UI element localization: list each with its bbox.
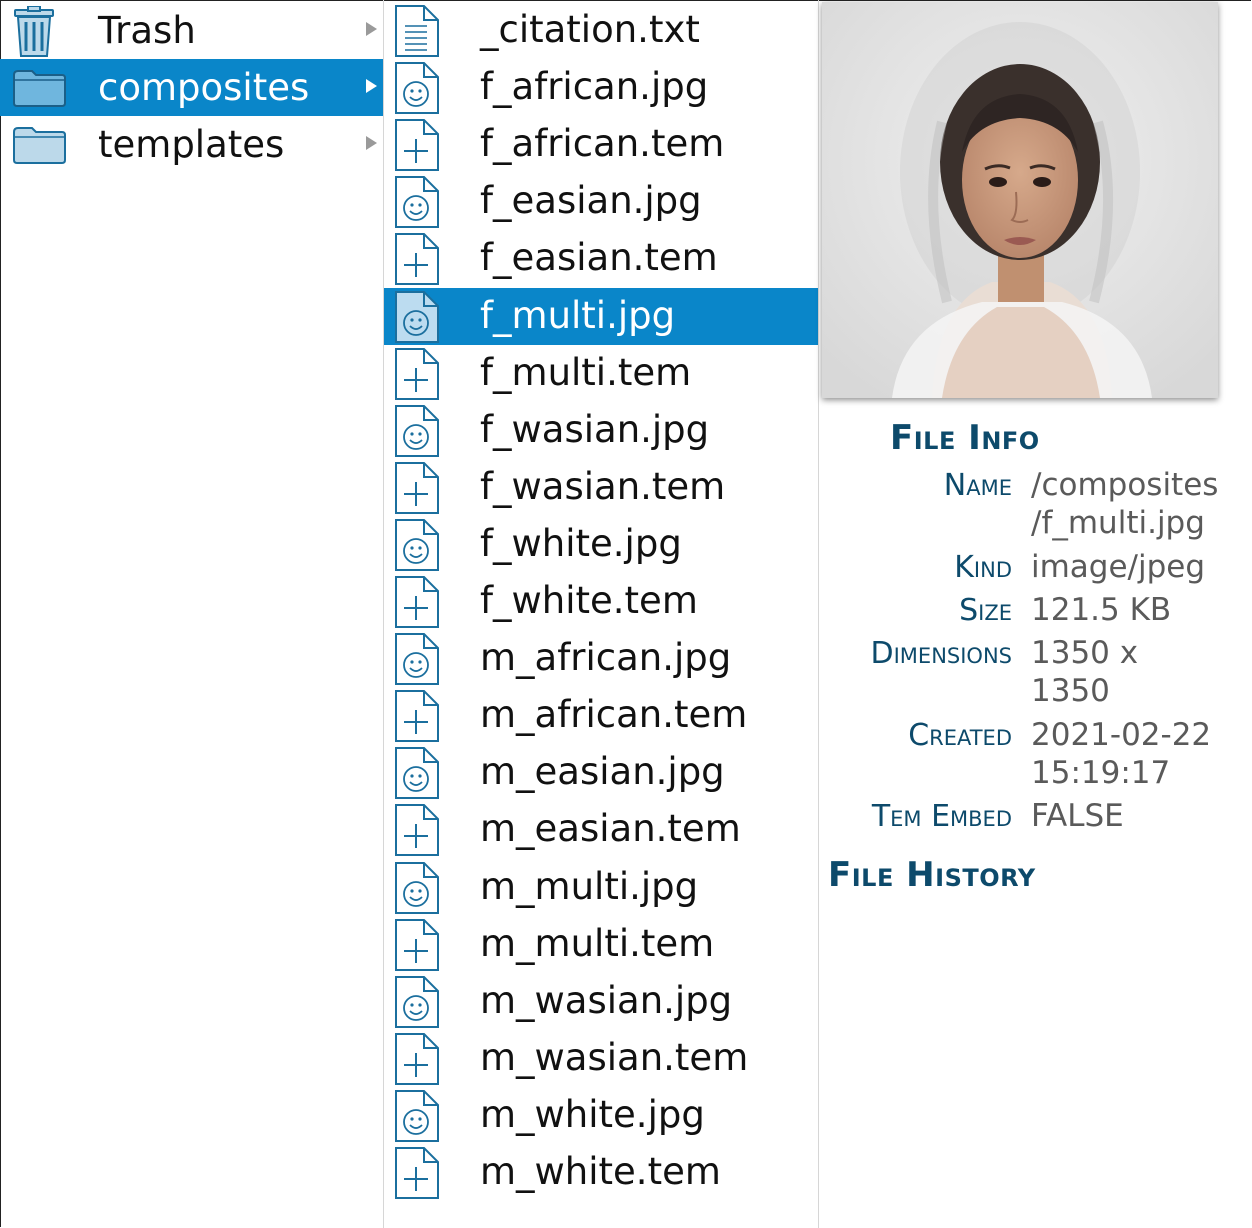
template-file-icon — [395, 1147, 439, 1199]
sidebar-item-templates[interactable]: templates — [0, 116, 383, 173]
chevron-right-icon — [366, 136, 377, 150]
file-name: f_wasian.tem — [480, 464, 726, 508]
sidebar-item-composites[interactable]: composites — [0, 59, 383, 116]
template-file-icon — [395, 918, 439, 971]
file-list-item[interactable]: m_white.tem — [384, 1144, 818, 1201]
dimensions-label: Dimensions — [870, 636, 1012, 671]
file-list-item[interactable]: m_african.jpg — [384, 630, 818, 687]
created-label: Created — [908, 718, 1012, 753]
file-list-item[interactable]: m_multi.tem — [384, 916, 818, 973]
file-list-item[interactable]: m_easian.tem — [384, 801, 818, 858]
file-name: f_wasian.jpg — [480, 407, 710, 451]
file-list-item[interactable]: f_wasian.tem — [384, 459, 818, 516]
file-list-item[interactable]: m_wasian.tem — [384, 1030, 818, 1087]
file-name: f_white.tem — [480, 579, 698, 622]
file-name: f_multi.jpg — [480, 293, 676, 337]
chevron-right-icon — [366, 79, 377, 93]
created-value: 2021-02-22 15:19:17 — [1031, 716, 1246, 792]
file-list-item[interactable]: f_wasian.jpg — [384, 402, 818, 459]
template-file-icon — [395, 576, 439, 628]
template-file-icon — [395, 233, 439, 286]
image-file-icon — [395, 975, 439, 1028]
chevron-right-icon — [366, 22, 377, 36]
dimensions-value-line2: 1350 — [1031, 673, 1110, 709]
tem-embed-value: FALSE — [1031, 798, 1124, 834]
file-name: m_white.tem — [480, 1150, 721, 1193]
image-file-icon — [395, 633, 439, 686]
file-name: m_african.tem — [480, 693, 748, 737]
file-name: f_easian.tem — [480, 236, 718, 280]
file-name: m_easian.tem — [480, 807, 741, 851]
kind-value: image/jpeg — [1031, 549, 1206, 585]
file-list-item[interactable]: m_easian.jpg — [384, 744, 818, 801]
sidebar-item-label: composites — [98, 66, 310, 109]
image-file-icon — [395, 861, 439, 914]
file-list-item[interactable]: _citation.txt — [384, 2, 818, 59]
trash-icon — [14, 6, 54, 57]
file-name: m_multi.tem — [480, 921, 715, 965]
template-file-icon — [395, 804, 439, 857]
size-value: 121.5 KB — [1031, 592, 1172, 628]
file-list-item[interactable]: f_african.jpg — [384, 59, 818, 116]
folder-column: Trash composites templates — [0, 0, 384, 1228]
file-name: _citation.txt — [480, 8, 700, 51]
created-value-line1: 2021-02-22 — [1031, 717, 1212, 753]
file-name: m_multi.jpg — [480, 864, 699, 908]
text-file-icon — [395, 5, 439, 57]
file-list-item[interactable]: m_multi.jpg — [384, 859, 818, 916]
image-file-icon — [395, 62, 439, 115]
file-name: m_african.jpg — [480, 636, 732, 680]
file-name: f_african.tem — [480, 122, 725, 166]
kind-label: Kind — [954, 550, 1012, 585]
file-list-item[interactable]: f_multi.jpg — [384, 287, 818, 345]
tem-embed-label: Tem Embed — [871, 799, 1012, 834]
file-list-item[interactable]: f_white.jpg — [384, 516, 818, 573]
file-name: m_wasian.tem — [480, 1035, 749, 1079]
dimensions-value: 1350 x 1350 — [1031, 634, 1246, 710]
file-list-item[interactable]: m_wasian.jpg — [384, 973, 818, 1030]
sidebar-item-trash[interactable]: Trash — [0, 2, 383, 59]
dimensions-value-line1: 1350 x — [1031, 635, 1139, 671]
file-list-item[interactable]: f_african.tem — [384, 116, 818, 173]
file-column: _citation.txt f_african.jpg f_african.temf… — [384, 0, 819, 1228]
file-list-item[interactable]: f_white.tem — [384, 573, 818, 630]
template-file-icon — [395, 690, 439, 743]
file-history-heading[interactable]: File History — [828, 855, 1036, 895]
image-file-icon — [395, 518, 439, 571]
file-list-item[interactable]: m_white.jpg — [384, 1087, 818, 1144]
image-file-icon — [395, 1089, 439, 1142]
file-name: m_easian.jpg — [480, 750, 725, 794]
sidebar-item-label: templates — [98, 123, 285, 166]
image-file-icon — [395, 176, 439, 229]
file-info-heading: File Info — [890, 418, 1040, 458]
image-preview — [822, 2, 1218, 398]
image-file-icon — [395, 404, 439, 457]
folder-icon — [13, 127, 66, 164]
file-name: f_easian.jpg — [480, 179, 702, 223]
image-file-icon — [395, 290, 439, 343]
name-value-line2: /f_multi.jpg — [1031, 505, 1205, 541]
template-file-icon — [395, 1032, 439, 1085]
file-name: m_wasian.jpg — [480, 978, 733, 1022]
image-file-icon — [395, 747, 439, 800]
name-value-line1: /composites — [1031, 467, 1219, 503]
template-file-icon — [395, 119, 439, 172]
file-list-item[interactable]: f_easian.tem — [384, 230, 818, 287]
name-value: /composites /f_multi.jpg — [1031, 466, 1246, 542]
created-value-line2: 15:19:17 — [1031, 755, 1171, 791]
sidebar-item-label: Trash — [98, 9, 196, 52]
name-label: Name — [943, 468, 1012, 503]
file-name: m_white.jpg — [480, 1092, 705, 1136]
file-name: f_african.jpg — [480, 65, 709, 109]
file-name: f_white.jpg — [480, 521, 682, 565]
file-list-item[interactable]: f_multi.tem — [384, 345, 818, 402]
size-label: Size — [959, 593, 1012, 628]
file-list-item[interactable]: m_african.tem — [384, 687, 818, 744]
template-file-icon — [395, 347, 439, 400]
file-list-item[interactable]: f_easian.jpg — [384, 173, 818, 230]
file-name: f_multi.tem — [480, 350, 692, 394]
folder-icon — [13, 70, 66, 107]
template-file-icon — [395, 461, 439, 514]
